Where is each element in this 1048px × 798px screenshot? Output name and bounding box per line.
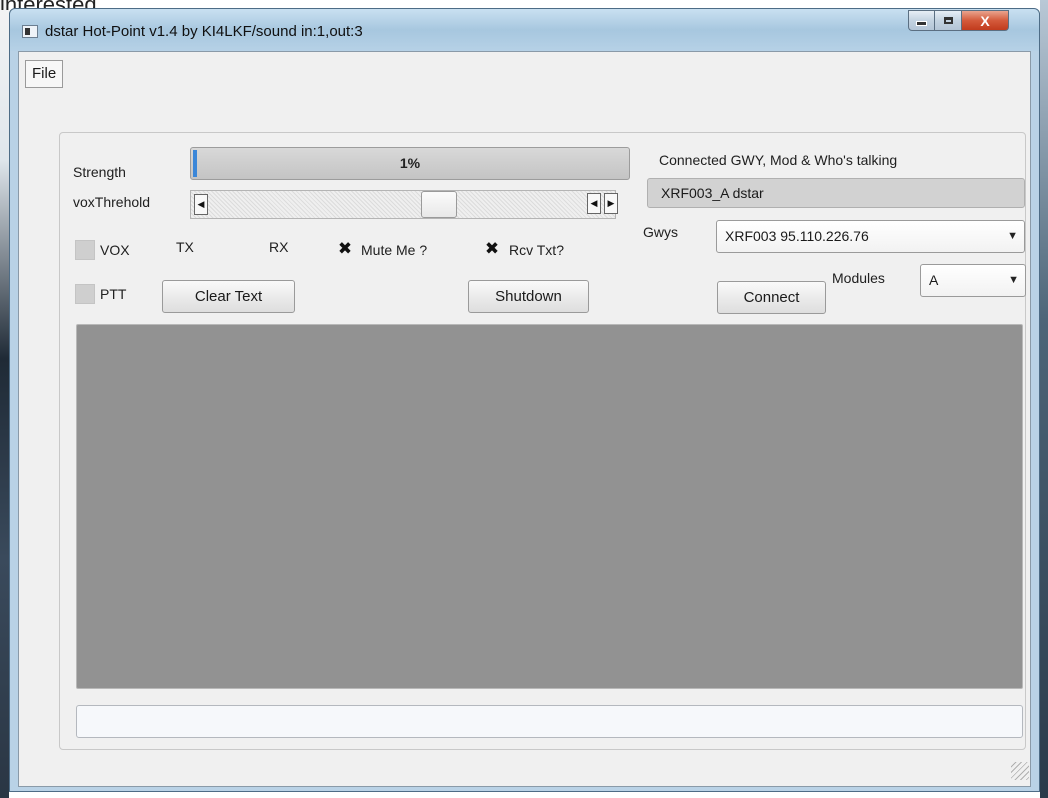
clear-text-button[interactable]: Clear Text: [162, 280, 295, 313]
vox-label: VOX: [100, 242, 130, 258]
connected-header: Connected GWY, Mod & Who's talking: [659, 152, 898, 168]
vox-checkbox[interactable]: [75, 240, 95, 260]
connect-button[interactable]: Connect: [717, 281, 826, 314]
mute-label: Mute Me ?: [361, 242, 428, 258]
resize-grip-icon[interactable]: [1011, 762, 1029, 780]
mute-checkbox[interactable]: ✖: [337, 240, 353, 257]
slider-step-left-icon[interactable]: ◀: [587, 193, 601, 214]
gwys-label: Gwys: [643, 224, 678, 240]
modules-label: Modules: [832, 270, 885, 286]
rx-indicator: RX: [269, 239, 289, 255]
app-window: dstar Hot-Point v1.4 by KI4LKF/sound in:…: [9, 8, 1040, 792]
minimize-icon: [916, 21, 927, 26]
window-title: dstar Hot-Point v1.4 by KI4LKF/sound in:…: [45, 23, 363, 40]
message-display[interactable]: [76, 324, 1023, 689]
strength-label: Strength: [73, 164, 126, 180]
slider-step-right-icon[interactable]: ▶: [604, 193, 618, 214]
gwys-dropdown[interactable]: XRF003 95.110.226.76 ▼: [716, 220, 1025, 253]
modules-value: A: [929, 272, 939, 288]
client-area: File Strength 1% voxThrehold ◀ ◀ ▶ Conne…: [18, 51, 1031, 787]
desktop-background-right: [1040, 0, 1048, 798]
maximize-icon: [943, 17, 953, 24]
ptt-label: PTT: [100, 286, 127, 302]
modules-dropdown[interactable]: A ▼: [920, 264, 1026, 297]
slider-left-arrow-icon[interactable]: ◀: [194, 194, 208, 215]
app-icon: [22, 25, 38, 38]
ptt-checkbox[interactable]: [75, 284, 95, 304]
desktop-background-left: [0, 0, 9, 798]
title-bar[interactable]: dstar Hot-Point v1.4 by KI4LKF/sound in:…: [10, 9, 1039, 51]
gwys-value: XRF003 95.110.226.76: [725, 228, 869, 244]
message-input[interactable]: [76, 705, 1023, 738]
vox-threshold-slider[interactable]: ◀: [190, 190, 616, 219]
strength-percent: 1%: [399, 155, 421, 171]
close-icon: X: [980, 12, 990, 29]
menu-file[interactable]: File: [25, 60, 64, 88]
tx-indicator: TX: [176, 239, 194, 255]
chevron-down-icon: ▼: [1007, 230, 1018, 242]
slider-thumb[interactable]: [420, 191, 457, 218]
chevron-down-icon: ▼: [1008, 274, 1019, 286]
menu-bar: File: [19, 52, 1030, 90]
rcv-txt-label: Rcv Txt?: [509, 242, 564, 258]
minimize-button[interactable]: [908, 10, 935, 31]
maximize-button[interactable]: [935, 10, 962, 31]
shutdown-button[interactable]: Shutdown: [468, 280, 589, 313]
vox-threshold-label: voxThrehold: [73, 194, 151, 210]
connected-field: XRF003_A dstar: [647, 178, 1025, 208]
close-button[interactable]: X: [962, 10, 1009, 31]
window-controls: X: [908, 10, 1009, 31]
strength-progress-bar: 1%: [190, 147, 630, 180]
rcv-txt-checkbox[interactable]: ✖: [484, 240, 500, 257]
